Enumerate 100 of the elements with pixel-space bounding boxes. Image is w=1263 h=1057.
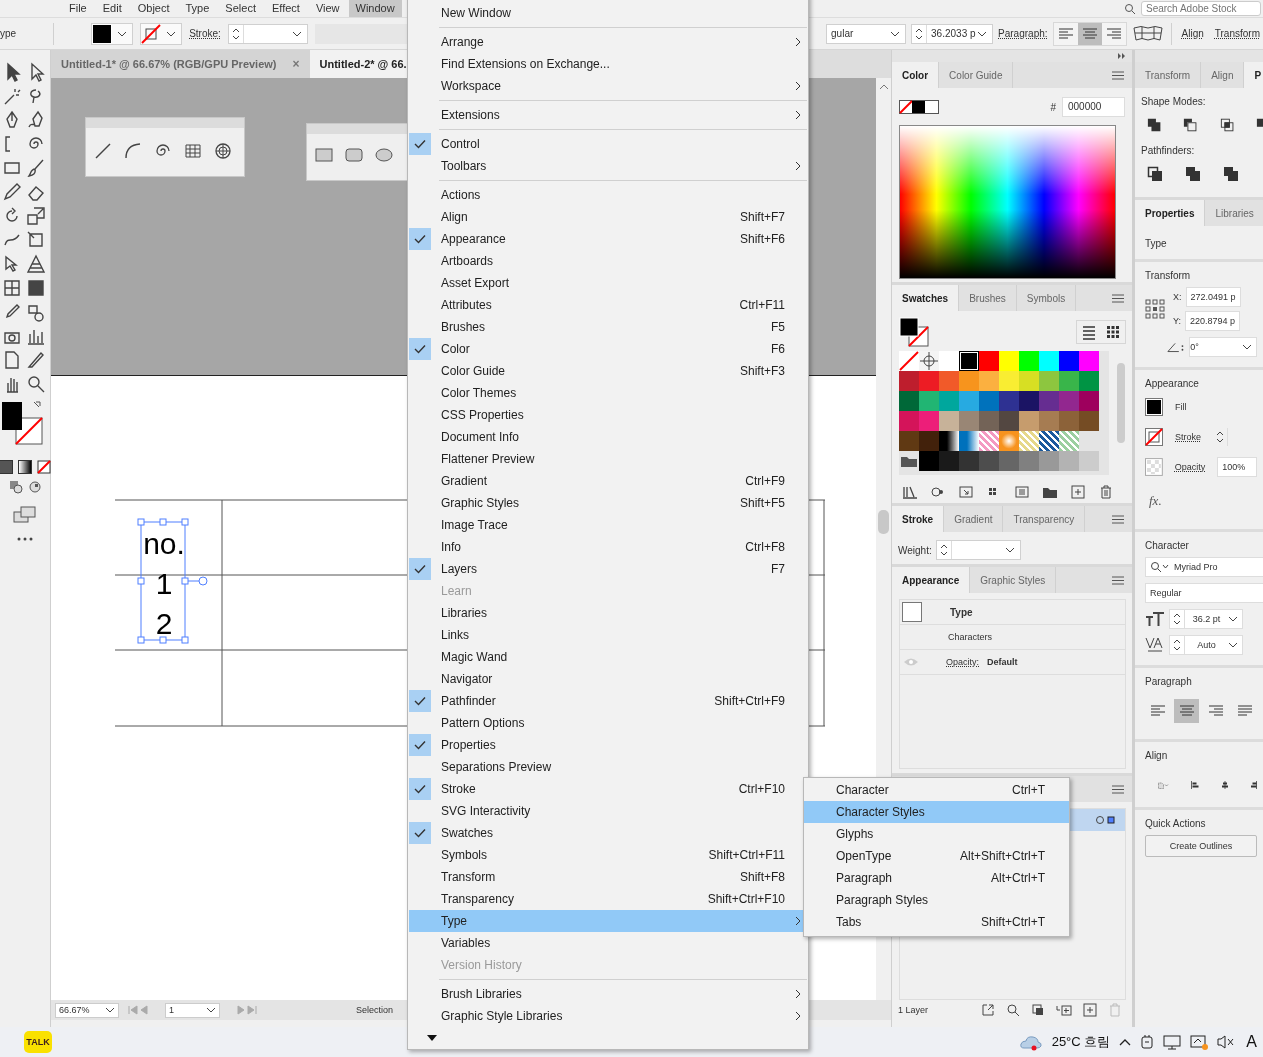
- panel-tab[interactable]: Symbols: [1016, 285, 1077, 311]
- section-title: Align: [1145, 750, 1169, 761]
- menu-item[interactable]: Document Info: [409, 426, 807, 448]
- weather-text[interactable]: 25°C 흐림: [1051, 1033, 1111, 1051]
- menu-item[interactable]: Magic Wand: [409, 646, 807, 668]
- menu-item[interactable]: Flattener Preview: [409, 448, 807, 470]
- panel-tab[interactable]: Swatches: [892, 285, 960, 311]
- panel-tab[interactable]: Color Guide: [939, 62, 1014, 88]
- artboard-field[interactable]: 1: [165, 1002, 220, 1018]
- effects-button[interactable]: fx.: [1145, 485, 1257, 519]
- menu-item[interactable]: Window: [348, 0, 402, 17]
- menu-item[interactable]: Artboards: [409, 250, 807, 272]
- panel-tab[interactable]: Transparency: [1003, 506, 1086, 532]
- panel-tab[interactable]: Brushes: [959, 285, 1017, 311]
- menu-item[interactable]: Align Shift+F7: [409, 206, 807, 228]
- menu-item[interactable]: Links: [409, 624, 807, 646]
- panel-tab[interactable]: Graphic Styles: [970, 567, 1057, 593]
- menu-item[interactable]: New Window: [409, 2, 807, 24]
- menu-item[interactable]: Layers F7: [409, 558, 807, 580]
- menu-item[interactable]: Brush Libraries: [409, 983, 807, 1005]
- panel-link[interactable]: Transform: [1211, 28, 1263, 39]
- menu-item[interactable]: View: [308, 0, 347, 17]
- menu-item[interactable]: Brushes F5: [409, 316, 807, 338]
- menu-item[interactable]: Graphic Styles Shift+F5: [409, 492, 807, 514]
- hex-field[interactable]: 000000: [1062, 97, 1125, 117]
- menu-item[interactable]: Appearance Shift+F6: [409, 228, 807, 250]
- menu-item[interactable]: Stroke Ctrl+F10: [409, 778, 807, 800]
- x-label: X:: [1173, 292, 1182, 302]
- menu-item[interactable]: Arrange: [409, 31, 807, 53]
- search-field[interactable]: Search Adobe Stock: [1141, 1, 1261, 16]
- menu-item[interactable]: Pathfinder Shift+Ctrl+F9: [409, 690, 807, 712]
- tracking-field[interactable]: Auto: [1169, 635, 1243, 655]
- opacity-link[interactable]: Opacity: [1174, 462, 1206, 472]
- x-field[interactable]: 272.0491 p: [1185, 287, 1241, 307]
- font-size-field[interactable]: 36.2033 p: [911, 23, 994, 44]
- menu-item[interactable]: Transparency Shift+Ctrl+F10: [409, 888, 807, 910]
- menu-item[interactable]: Attributes Ctrl+F11: [409, 294, 807, 316]
- menu-item[interactable]: Control: [409, 133, 807, 155]
- menu-item[interactable]: Symbols Shift+Ctrl+F11: [409, 844, 807, 866]
- menu-item[interactable]: Separations Preview: [409, 756, 807, 778]
- paragraph-label: Paragraph:: [998, 28, 1048, 39]
- stroke-link[interactable]: Stroke: [1175, 432, 1201, 442]
- menu-item[interactable]: Libraries: [409, 602, 807, 624]
- menu-item[interactable]: Select: [218, 0, 263, 17]
- panel-tab[interactable]: Color: [892, 62, 940, 88]
- menu-item[interactable]: Workspace: [409, 75, 807, 97]
- rotation-field[interactable]: 0°: [1189, 337, 1257, 357]
- chat-app-icon[interactable]: TALK: [24, 1031, 52, 1053]
- panel-tab[interactable]: Stroke: [892, 506, 945, 532]
- menu-item[interactable]: Color F6: [409, 338, 807, 360]
- menu-item[interactable]: Glyphs: [804, 823, 1069, 845]
- panel-tab[interactable]: Libraries: [1205, 200, 1263, 226]
- menu-item[interactable]: Paragraph Alt+Ctrl+T: [804, 867, 1069, 889]
- menu-item[interactable]: Graphic Style Libraries: [409, 1005, 807, 1027]
- characters-label[interactable]: Characters: [948, 632, 992, 642]
- menu-item[interactable]: Image Trace: [409, 514, 807, 536]
- menu-item[interactable]: Transform Shift+F8: [409, 866, 807, 888]
- menu-item[interactable]: OpenType Alt+Shift+Ctrl+T: [804, 845, 1069, 867]
- menu-item[interactable]: Info Ctrl+F8: [409, 536, 807, 558]
- menu-item[interactable]: Paragraph Styles: [804, 889, 1069, 911]
- menu-item[interactable]: Navigator: [409, 668, 807, 690]
- panel-tab[interactable]: Transform: [1135, 62, 1202, 88]
- menu-item[interactable]: Extensions: [409, 104, 807, 126]
- document-tab[interactable]: Untitled-1* @ 66.67% (RGB/GPU Preview) ×: [51, 50, 310, 78]
- menu-item[interactable]: Actions: [409, 184, 807, 206]
- menu-item[interactable]: Color Guide Shift+F3: [409, 360, 807, 382]
- menu-item[interactable]: Asset Export: [409, 272, 807, 294]
- menu-item[interactable]: Properties: [409, 734, 807, 756]
- fill-label: Fill: [1175, 402, 1187, 412]
- menu-item[interactable]: Character Styles: [804, 801, 1069, 823]
- menu-item[interactable]: Gradient Ctrl+F9: [409, 470, 807, 492]
- y-field[interactable]: 220.8794 p: [1185, 311, 1241, 331]
- opacity-field[interactable]: 100%: [1217, 457, 1257, 477]
- menu-item[interactable]: Toolbars: [409, 155, 807, 177]
- menu-item[interactable]: SVG Interactivity: [409, 800, 807, 822]
- zoom-field[interactable]: 66.67%: [55, 1002, 119, 1018]
- menu-item[interactable]: CSS Properties: [409, 404, 807, 426]
- font-family-field[interactable]: Myriad Pro: [1145, 557, 1263, 577]
- menu-item[interactable]: Effect: [264, 0, 307, 17]
- create-outlines-button[interactable]: Create Outlines: [1145, 835, 1257, 857]
- menu-item[interactable]: Edit: [95, 0, 129, 17]
- panel-link[interactable]: Align: [1178, 28, 1207, 39]
- opacity-link[interactable]: Opacity:: [946, 657, 979, 667]
- menu-item[interactable]: Type: [178, 0, 217, 17]
- input-method-indicator[interactable]: A: [1246, 1033, 1257, 1051]
- menu-item[interactable]: Tabs Shift+Ctrl+T: [804, 911, 1069, 933]
- menu-item[interactable]: Character Ctrl+T: [804, 779, 1069, 801]
- font-style-field[interactable]: Regular: [1145, 583, 1263, 603]
- panel-tab[interactable]: Gradient: [944, 506, 1004, 532]
- font-style-field[interactable]: gular: [826, 23, 907, 44]
- menu-item[interactable]: File: [62, 0, 94, 17]
- menu-item[interactable]: Pattern Options: [409, 712, 807, 734]
- menu-item[interactable]: Variables: [409, 932, 807, 954]
- menu-item[interactable]: Color Themes: [409, 382, 807, 404]
- font-size-field[interactable]: 36.2 pt: [1169, 609, 1243, 629]
- panel-tab[interactable]: Appearance: [892, 567, 971, 593]
- panel-tab[interactable]: Properties: [1135, 200, 1206, 226]
- menu-item[interactable]: Object: [130, 0, 177, 17]
- panel-tab[interactable]: P: [1244, 62, 1263, 88]
- menu-item[interactable]: Swatches: [409, 822, 807, 844]
